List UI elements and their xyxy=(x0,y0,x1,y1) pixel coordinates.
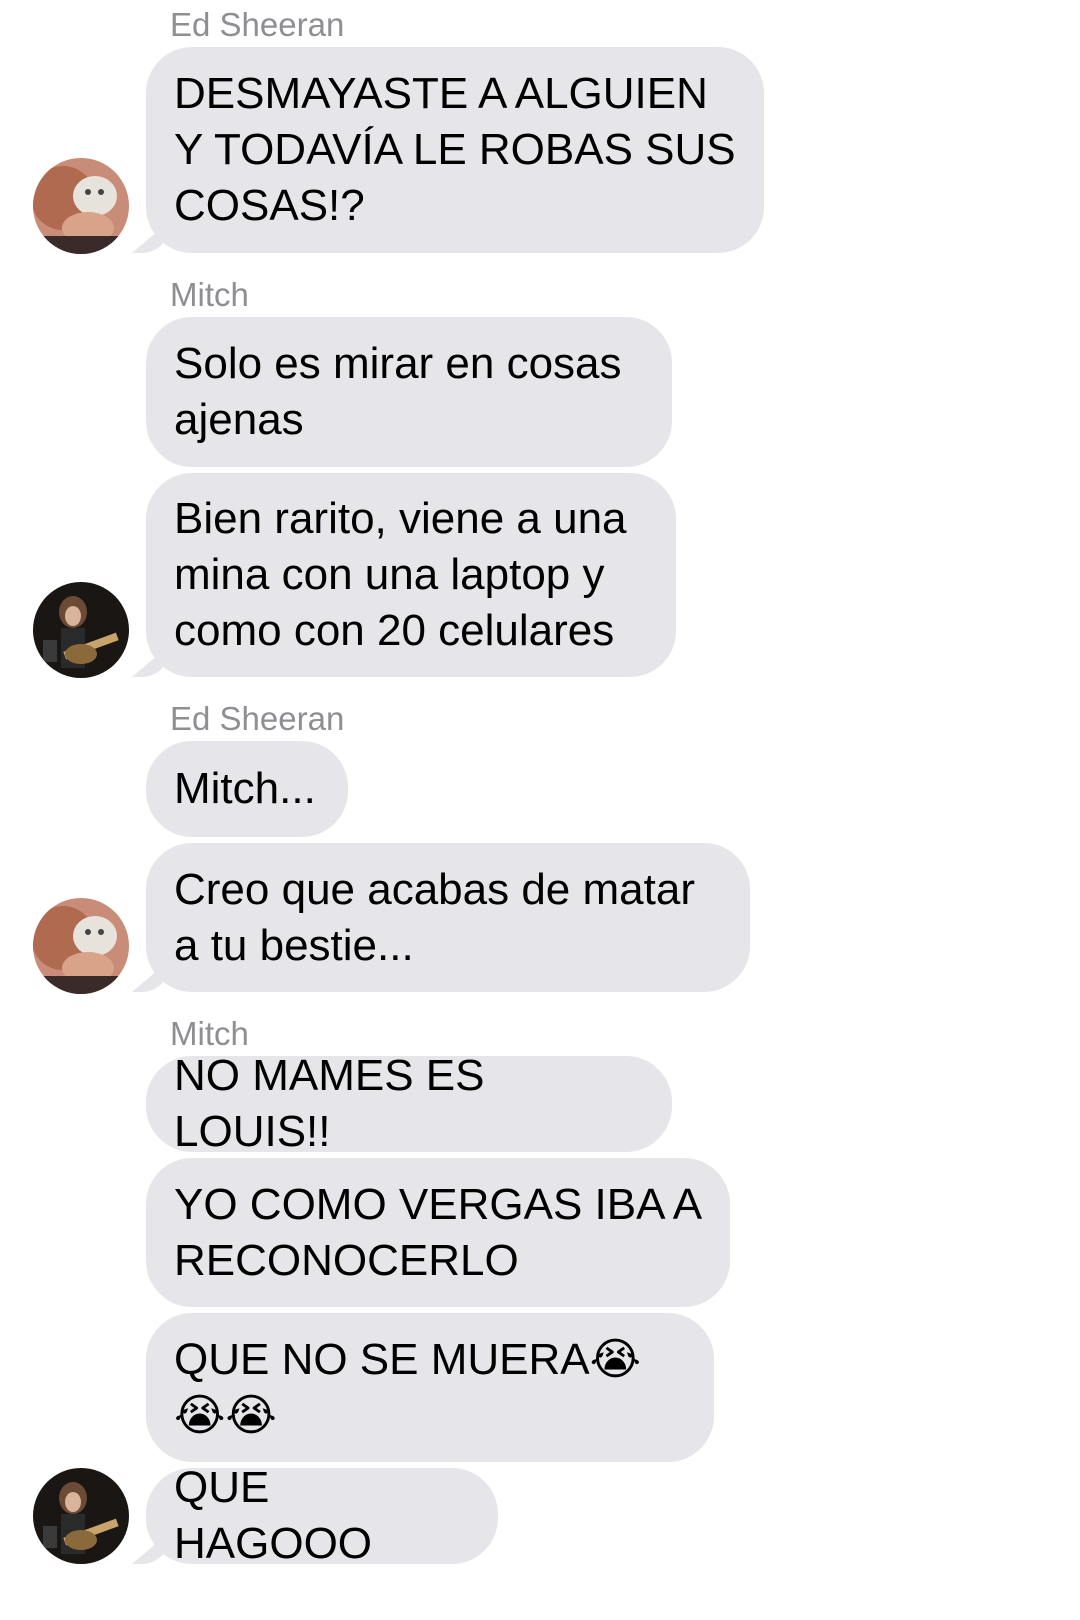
message-text: QUE NO SE MUERA😭😭😭 xyxy=(174,1334,642,1440)
avatar-mitch[interactable] xyxy=(33,1468,129,1564)
ed-sheeran-avatar-icon xyxy=(33,898,129,994)
message-bubble[interactable]: QUE HAGOOO xyxy=(146,1463,498,1568)
message-text: Solo es mirar en cosas ajenas xyxy=(174,339,622,444)
message-text: NO MAMES ES LOUIS!! xyxy=(174,1051,485,1156)
sender-name-ed-sheeran: Ed Sheeran xyxy=(170,700,345,737)
message-bubble[interactable]: Solo es mirar en cosas ajenas xyxy=(146,317,672,467)
sender-name-ed-sheeran: Ed Sheeran xyxy=(170,6,345,43)
message-text: DESMAYASTE A ALGUIEN Y TODAVÍA LE ROBAS … xyxy=(174,69,736,230)
message-bubble[interactable]: QUE NO SE MUERA😭😭😭 xyxy=(146,1313,714,1462)
avatar-ed-sheeran[interactable] xyxy=(33,158,129,254)
message-text: Creo que acabas de matar a tu bestie... xyxy=(174,864,695,970)
sender-name-mitch: Mitch xyxy=(170,276,249,313)
message-bubble[interactable]: Mitch... xyxy=(146,741,348,837)
avatar-mitch[interactable] xyxy=(33,582,129,678)
message-text: QUE HAGOOO xyxy=(174,1463,373,1568)
message-bubble[interactable]: DESMAYASTE A ALGUIEN Y TODAVÍA LE ROBAS … xyxy=(146,47,764,253)
mitch-avatar-icon xyxy=(33,582,129,678)
message-bubble[interactable]: Bien rarito, viene a una mina con una la… xyxy=(146,473,676,677)
ed-sheeran-avatar-icon xyxy=(33,158,129,254)
avatar-ed-sheeran[interactable] xyxy=(33,898,129,994)
mitch-avatar-icon xyxy=(33,1468,129,1564)
sender-name-mitch: Mitch xyxy=(170,1015,249,1052)
message-bubble[interactable]: YO COMO VERGAS IBA A RECONOCERLO xyxy=(146,1158,730,1307)
message-text: Bien rarito, viene a una mina con una la… xyxy=(174,494,627,655)
message-bubble[interactable]: Creo que acabas de matar a tu bestie... xyxy=(146,843,750,992)
message-text: Mitch... xyxy=(174,764,316,813)
message-bubble[interactable]: NO MAMES ES LOUIS!! xyxy=(146,1051,672,1156)
message-text: YO COMO VERGAS IBA A RECONOCERLO xyxy=(174,1179,700,1285)
